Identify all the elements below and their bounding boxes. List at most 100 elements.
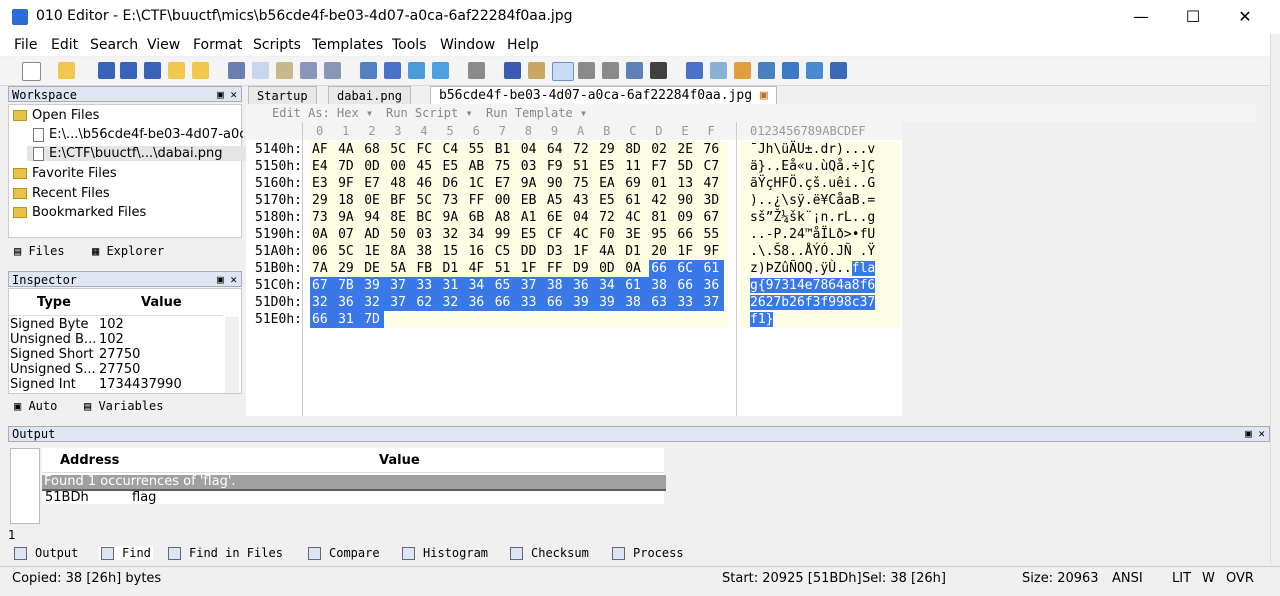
hex-byte[interactable]: 39 <box>573 294 599 311</box>
hex-byte[interactable]: 65 <box>495 277 521 294</box>
open-file-png[interactable]: E:\CTF\buuctf\...\dabai.png <box>27 146 249 161</box>
hex-row[interactable]: 51D0h: 32 36 32 37 62 32 36 66 33 66 39 39 38 63 33 37 26… <box>246 294 902 311</box>
tab-output[interactable]: Output <box>14 546 78 560</box>
inspector-row[interactable]: Signed Byte 102 <box>9 317 223 332</box>
redo-icon[interactable] <box>324 62 341 79</box>
hex-byte[interactable]: 1F <box>573 243 599 260</box>
hex-byte[interactable]: 9F <box>704 243 730 260</box>
hex-byte[interactable]: 33 <box>416 277 442 294</box>
run-template-dropdown[interactable]: Run Template ▾ <box>486 106 587 120</box>
hex-row[interactable]: 5190h: 0A 07 AD 50 03 32 34 99 E5 CF 4C F0 3E 95 66 55..… <box>246 226 902 243</box>
hex-byte[interactable]: 6B <box>469 209 495 226</box>
hex-byte[interactable]: 32 <box>443 294 469 311</box>
hex-byte[interactable]: 1C <box>469 175 495 192</box>
ascii-text[interactable]: .\.Š8..ÅÝÓ.JÑ .Ÿ <box>740 243 900 260</box>
hex-byte[interactable]: 15 <box>443 243 469 260</box>
col-address[interactable]: Address <box>60 453 119 468</box>
hex-scrollbar[interactable] <box>1256 104 1270 416</box>
hex-row[interactable]: 51E0h: 66 31 7D f1} <box>246 311 902 328</box>
open-file-jpg[interactable]: E:\...\b56cde4f-be03-4d07-a0c <box>33 127 243 142</box>
histogram-icon[interactable] <box>782 62 799 79</box>
ascii-text[interactable]: g{97314e7864a8f6 <box>740 277 900 294</box>
ascii-text[interactable]: ãŸçHFÖ.çš.uêi..G <box>740 175 900 192</box>
hex-byte[interactable]: 67 <box>704 209 730 226</box>
hex-byte[interactable]: E4 <box>312 158 338 175</box>
show-linefeeds-icon[interactable] <box>602 62 619 79</box>
hex-row[interactable]: 5180h: 73 9A 94 8E BC 9A 6B A8 A1 6E 04 72 4C 81 09 67 sš… <box>246 209 902 226</box>
tab-dabai-png[interactable]: dabai.png <box>328 86 412 105</box>
status-endian[interactable]: LIT <box>1172 571 1191 586</box>
hex-byte[interactable]: AD <box>364 226 390 243</box>
hex-byte[interactable]: E5 <box>443 158 469 175</box>
hex-byte[interactable]: 66 <box>312 311 338 328</box>
hex-bytes[interactable]: 67 7B 39 37 33 31 34 65 37 38 36 34 61 38 66 36 <box>310 277 728 294</box>
hex-byte[interactable]: 37 <box>521 277 547 294</box>
hex-byte[interactable]: 03 <box>521 158 547 175</box>
hex-bytes[interactable]: 73 9A 94 8E BC 9A 6B A8 A1 6E 04 72 4C 81 09 67 <box>310 209 728 226</box>
hex-bytes[interactable]: E3 9F E7 48 46 D6 1C E7 9A 90 75 EA 69 01 13 47 <box>310 175 728 192</box>
hex-bytes[interactable]: 06 5C 1E 8A 38 15 16 C5 DD D3 1F 4A D1 20 1F 9F <box>310 243 728 260</box>
hex-byte[interactable]: 37 <box>704 294 730 311</box>
hex-byte[interactable]: FC <box>416 141 442 158</box>
hex-bytes[interactable]: 32 36 32 37 62 32 36 66 33 66 39 39 38 63 33 37 <box>310 294 728 311</box>
hex-byte[interactable]: 7B <box>338 277 364 294</box>
hex-byte[interactable]: 48 <box>390 175 416 192</box>
panel-pin-close-icon[interactable]: ▣ ✕ <box>1245 427 1265 441</box>
hex-byte[interactable]: 64 <box>547 141 573 158</box>
ascii-text[interactable]: z)ÞZûÑOQ.ÿÙ..fla <box>740 260 900 277</box>
inspector-row[interactable]: Unsigned S... 27750 <box>9 362 223 377</box>
hex-byte[interactable]: B1 <box>495 141 521 158</box>
hex-byte[interactable]: 51 <box>573 158 599 175</box>
tab-files[interactable]: ▤ Files <box>14 244 65 258</box>
maximize-button[interactable]: ☐ <box>1170 0 1216 34</box>
calculator-icon[interactable] <box>686 62 703 79</box>
tab-jpg-active[interactable]: b56cde4f-be03-4d07-a0ca-6af22284f0aa.jpg… <box>430 86 777 105</box>
hex-row[interactable]: 51C0h: 67 7B 39 37 33 31 34 65 37 38 36 34 61 38 66 36 g{… <box>246 277 902 294</box>
new-file-icon[interactable] <box>22 62 41 81</box>
hex-editor[interactable]: 0 1 2 3 4 5 6 7 8 9 A B C D E F 0123456789ABCDEF 5140h: A… <box>246 122 902 416</box>
hex-byte[interactable]: 51 <box>495 260 521 277</box>
tools-icon[interactable] <box>758 62 775 79</box>
hex-byte[interactable]: CF <box>547 226 573 243</box>
hex-bytes[interactable]: E4 7D 0D 00 45 E5 AB 75 03 F9 51 E5 11 F7 5D C7 <box>310 158 728 175</box>
hex-byte[interactable]: 9F <box>338 175 364 192</box>
hex-byte[interactable]: D6 <box>443 175 469 192</box>
hex-row[interactable]: 51A0h: 06 5C 1E 8A 38 15 16 C5 DD D3 1F 4A D1 20 1F 9F .\… <box>246 243 902 260</box>
hex-row[interactable]: 5160h: E3 9F E7 48 46 D6 1C E7 9A 90 75 EA 69 01 13 47 ãŸ… <box>246 175 902 192</box>
hex-byte[interactable]: 90 <box>547 175 573 192</box>
hex-byte[interactable]: 66 <box>677 226 703 243</box>
hex-byte[interactable]: 1E <box>364 243 390 260</box>
hex-byte[interactable]: 63 <box>651 294 677 311</box>
open-folder-icon[interactable] <box>58 62 75 79</box>
binary-icon[interactable] <box>650 62 667 79</box>
hex-byte[interactable]: 03 <box>416 226 442 243</box>
save-icon[interactable] <box>98 62 115 79</box>
checksum-icon[interactable] <box>806 62 823 79</box>
hex-byte[interactable]: 66 <box>495 294 521 311</box>
hex-byte[interactable]: E5 <box>599 158 625 175</box>
hex-byte[interactable]: AF <box>312 141 338 158</box>
hex-byte[interactable]: 00 <box>390 158 416 175</box>
hex-byte[interactable]: F9 <box>547 158 573 175</box>
hex-byte[interactable]: 1F <box>677 243 703 260</box>
recent-files-node[interactable]: Recent Files <box>13 186 110 201</box>
menu-window[interactable]: Window <box>440 37 495 53</box>
hex-byte[interactable]: 68 <box>364 141 390 158</box>
hex-byte[interactable]: 34 <box>469 277 495 294</box>
hex-byte[interactable]: 36 <box>338 294 364 311</box>
print-icon[interactable] <box>468 62 485 79</box>
hex-byte[interactable]: 90 <box>677 192 703 209</box>
hex-byte[interactable]: 66 <box>651 260 677 277</box>
hex-byte[interactable]: 16 <box>469 243 495 260</box>
hex-byte[interactable]: 4F <box>469 260 495 277</box>
hex-byte[interactable]: 42 <box>651 192 677 209</box>
hex-byte[interactable]: 46 <box>416 175 442 192</box>
hex-byte[interactable]: 61 <box>704 260 730 277</box>
tab-process[interactable]: Process <box>612 546 684 560</box>
hex-byte[interactable]: FF <box>547 260 573 277</box>
favorite-files-node[interactable]: Favorite Files <box>13 166 117 181</box>
hex-byte[interactable]: 95 <box>651 226 677 243</box>
hex-byte[interactable]: 09 <box>677 209 703 226</box>
panel-pin-close-icon[interactable]: ▣ ✕ <box>217 87 237 103</box>
cut-icon[interactable] <box>228 62 245 79</box>
